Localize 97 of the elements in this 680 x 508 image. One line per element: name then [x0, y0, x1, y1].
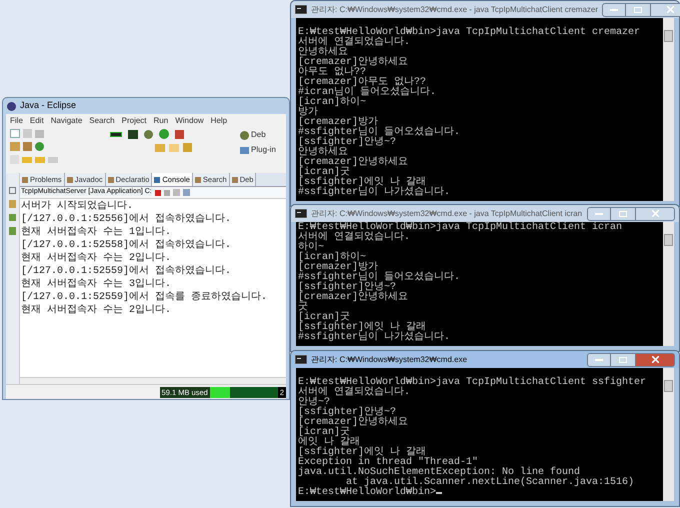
terminal-line: #icran님이 들어오셨습니다.	[298, 88, 438, 98]
terminal-line: 서버에 연결되었습니다.	[298, 388, 412, 398]
tab-icon	[108, 176, 114, 182]
menu-item[interactable]: Help	[210, 114, 228, 126]
terminal-line: 에잇 나 갈래	[298, 438, 360, 448]
minimize-button[interactable]	[587, 206, 611, 220]
minimize-button[interactable]	[587, 352, 611, 366]
console-line: 서버가 시작되었습니다.	[21, 200, 134, 213]
console-line: [/127.0.0.1:52558]에서 접속하였습니다.	[21, 239, 232, 252]
terminal-line: E:₩test₩HelloWorld₩bin>java TcpIpMultichatClient cremazer	[298, 28, 642, 38]
terminal-line: #ssfighter님이 들어오셨습니다.	[298, 128, 462, 138]
maximize-button[interactable]	[611, 206, 635, 220]
maximize-icon	[634, 6, 642, 12]
window-title: 관리자: C:₩Windows₩system32₩cmd.exe - java TcpIpMultichatClient icran	[311, 208, 582, 220]
console-line: 현재 서버접속자 수는 2입니다.	[21, 304, 172, 317]
minimize-button[interactable]	[602, 2, 626, 16]
tab-icon	[66, 176, 73, 182]
menu-item[interactable]: Run	[154, 114, 168, 126]
terminal-line: [cremazer]아무도 없나??	[298, 78, 426, 88]
terminal-line: E:₩test₩HelloWorld₩bin>java TcpIpMultichatClient icran	[298, 223, 624, 233]
minimize-icon	[610, 8, 618, 10]
menu-item[interactable]: Edit	[30, 114, 44, 126]
scroll-thumb[interactable]	[664, 380, 673, 392]
terminal-line: #ssfighter님이 들어오셨습니다.	[298, 273, 462, 283]
terminal-line: #ssfighter님이 나가셨습니다.	[298, 188, 452, 198]
toolbar-label[interactable]: Plug-in	[251, 144, 276, 156]
terminal-line: at java.util.Scanner.nextLine(Scanner.java:1516)	[346, 478, 636, 488]
terminal-line: [ssfighter]안녕~?	[298, 138, 398, 148]
terminal-line: [icran]굿	[298, 428, 350, 438]
tab-icon	[22, 176, 28, 182]
console-line: 현재 서버접속자 수는 2입니다.	[21, 252, 172, 265]
tab-icon	[154, 176, 160, 182]
maximize-icon	[619, 356, 627, 362]
terminal-line: [cremazer]안녕하세요	[298, 158, 410, 168]
terminal-line: [icran]하이~	[298, 98, 368, 108]
terminal-line: [cremazer]방가	[298, 118, 380, 128]
terminal-line: 안녕~?	[298, 398, 330, 408]
terminal-line: [ssfighter]에잇 나 갈래	[298, 448, 426, 458]
terminal-line: 안녕하세요	[298, 148, 348, 158]
terminal-line: 굿	[298, 303, 308, 313]
terminal-line: [cremazer]방가	[298, 263, 380, 273]
toolbar-label[interactable]: Deb	[251, 129, 266, 141]
maximize-button[interactable]	[611, 352, 635, 366]
scroll-thumb[interactable]	[664, 30, 673, 42]
terminal-line: [ssfighter]에잇 나 갈래	[298, 323, 426, 333]
terminal-line: 서버에 연결되었습니다.	[298, 38, 412, 48]
terminal-line: 하이~	[298, 243, 324, 253]
stop-icon[interactable]	[154, 190, 161, 196]
close-icon	[652, 356, 658, 363]
terminal-line: 서버에 연결되었습니다.	[298, 233, 412, 243]
eclipse-logo-icon	[7, 102, 16, 110]
scrollbar[interactable]	[663, 368, 674, 501]
restore-icon[interactable]	[9, 187, 16, 194]
window-title: 관리자: C:₩Windows₩system32₩cmd.exe	[311, 354, 468, 366]
terminal-line: [ssfighter]안녕~?	[298, 283, 396, 293]
terminal-line: [cremazer]안녕하세요	[298, 293, 410, 303]
console-line: [/127.0.0.1:52556]에서 접속하였습니다.	[21, 213, 232, 226]
terminal-line: [icran]하이~	[298, 253, 366, 263]
minimize-icon	[595, 358, 603, 360]
terminal-line: [cremazer]안녕하세요	[298, 418, 410, 428]
terminal-line: [icran]굿	[298, 168, 350, 178]
close-button[interactable]	[635, 206, 675, 220]
console-line: [/127.0.0.1:52559]에서 접속를 종료하였습니다.	[21, 291, 268, 304]
maximize-icon	[619, 210, 627, 216]
console-line: 현재 서버접속자 수는 1입니다.	[21, 226, 172, 239]
close-button[interactable]	[650, 2, 680, 16]
text-cursor	[436, 492, 442, 494]
window-title: Java - Eclipse	[20, 99, 76, 112]
terminal-line: E:₩test₩HelloWorld₩bin>java TcpIpMultichatClient ssfighter	[298, 378, 648, 388]
console-line: [/127.0.0.1:52559]에서 접속하였습니다.	[21, 265, 232, 278]
minimize-icon	[595, 212, 603, 214]
terminal-line: [cremazer]안녕하세요	[298, 58, 410, 68]
close-icon	[652, 210, 658, 217]
terminal-line: [ssfighter]에잇 나 갈래	[298, 178, 426, 188]
terminal-line: E:₩test₩HelloWorld₩bin>	[298, 488, 663, 498]
scroll-thumb[interactable]	[664, 234, 673, 246]
menu-item[interactable]: Window	[175, 114, 204, 126]
new-file-icon[interactable]	[10, 129, 20, 138]
terminal-line: #ssfighter님이 나가셨습니다.	[298, 333, 452, 343]
scrollbar[interactable]	[663, 222, 674, 346]
menu-item[interactable]: File	[10, 114, 23, 126]
terminal-line: [icran]굿	[298, 313, 350, 323]
close-button[interactable]	[635, 352, 675, 366]
window-title: 관리자: C:₩Windows₩system32₩cmd.exe - java TcpIpMultichatClient cremazer	[311, 4, 598, 16]
close-icon	[666, 6, 674, 13]
scrollbar[interactable]	[663, 18, 674, 201]
tab-icon	[232, 176, 238, 182]
terminal-line: [ssfighter]안녕~?	[298, 408, 396, 418]
menu-item[interactable]: Search	[89, 114, 115, 126]
menu-item[interactable]: Project	[122, 114, 147, 126]
console-line: 현재 서버접속자 수는 3입니다.	[21, 278, 172, 291]
tab-icon	[194, 176, 201, 182]
maximize-button[interactable]	[626, 2, 650, 16]
menu-item[interactable]: Navigate	[50, 114, 82, 126]
terminal-line: 아무도 없나??	[298, 68, 366, 78]
terminal-line: 안녕하세요	[298, 48, 348, 58]
terminal-line: 방가	[298, 108, 318, 118]
